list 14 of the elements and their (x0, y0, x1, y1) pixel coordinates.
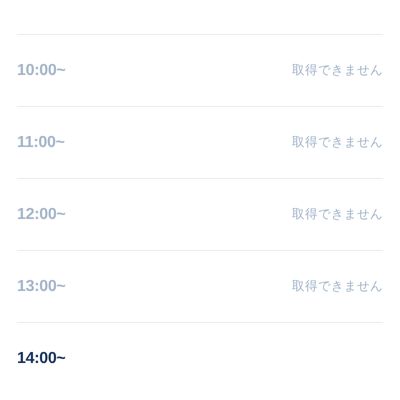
slot-time: 12:00~ (17, 204, 66, 224)
time-slot-row[interactable]: 14:00~ (17, 323, 383, 395)
time-slot-row[interactable]: 10:00~ 取得できません (17, 35, 383, 107)
unavailable-label: 取得できません (292, 134, 383, 152)
slot-time: 14:00~ (17, 349, 66, 369)
slot-time: 13:00~ (17, 276, 66, 296)
time-slot-row[interactable]: 12:00~ 取得できません (17, 179, 383, 251)
unavailable-label: 取得できません (292, 206, 383, 224)
unavailable-label: 取得できません (292, 62, 383, 80)
unavailable-label: 取得できません (292, 278, 383, 296)
time-slot-row[interactable]: 11:00~ 取得できません (17, 107, 383, 179)
time-slot-row[interactable]: 13:00~ 取得できません (17, 251, 383, 323)
slot-time: 11:00~ (17, 132, 65, 152)
slot-time: 10:00~ (17, 60, 66, 80)
